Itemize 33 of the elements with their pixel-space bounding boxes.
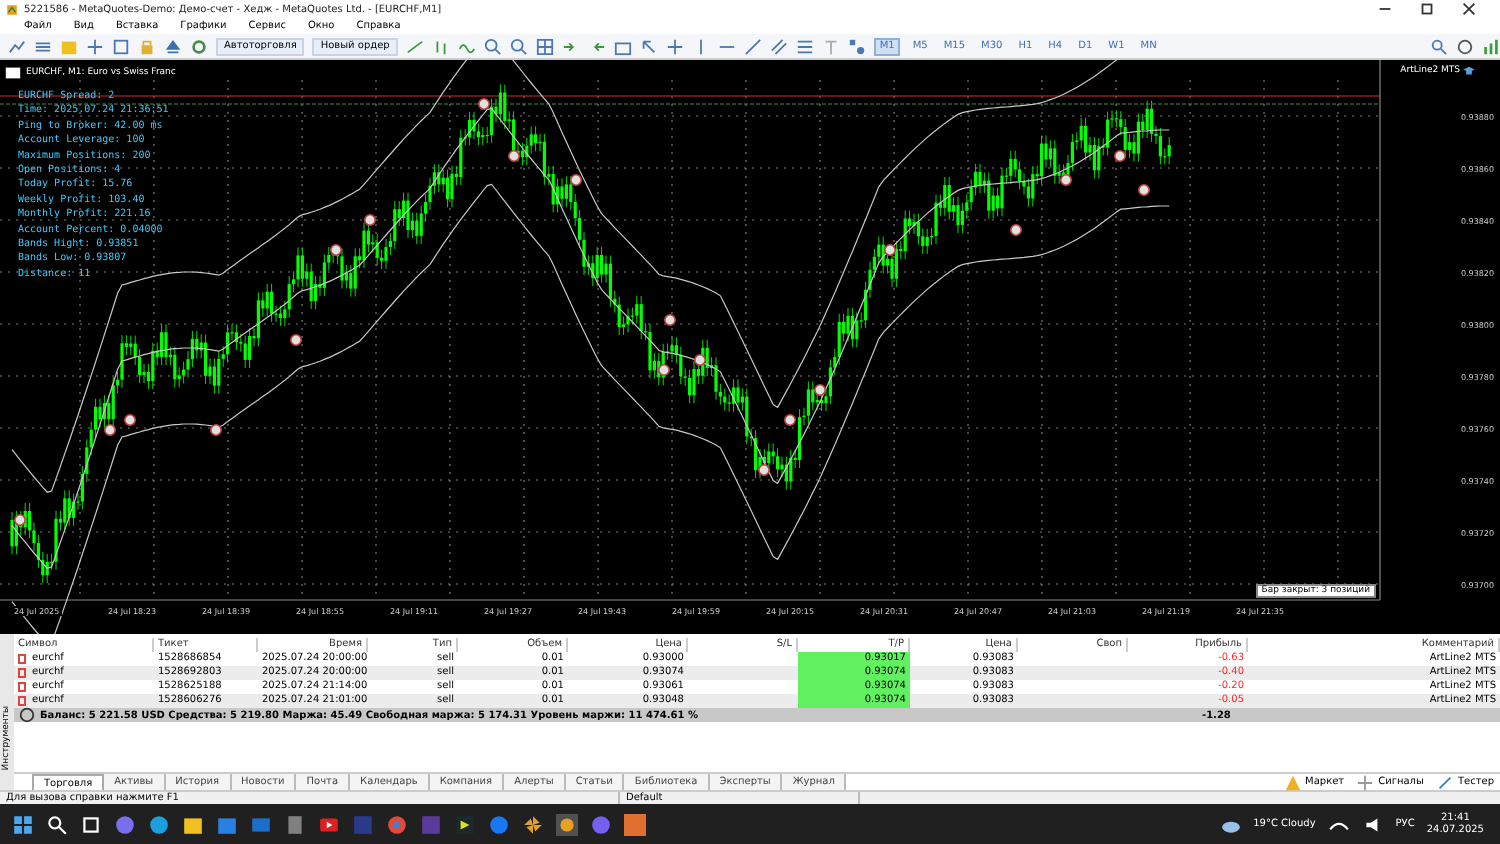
search-icon[interactable]	[46, 813, 68, 835]
grid-icon[interactable]	[112, 37, 130, 55]
zoom-out-icon[interactable]	[509, 37, 528, 55]
shapes-icon[interactable]	[847, 37, 866, 55]
zoom-in-icon[interactable]	[483, 37, 502, 55]
text-tool-icon[interactable]	[821, 37, 840, 55]
crosshair-icon[interactable]	[665, 37, 684, 55]
signal-strength-icon	[1482, 37, 1500, 55]
trendline-icon[interactable]	[743, 37, 762, 55]
screenshot-icon[interactable]	[613, 37, 632, 55]
task-view-icon[interactable]	[80, 813, 102, 835]
app-icon[interactable]	[454, 813, 476, 835]
chart-type-icon[interactable]	[8, 37, 26, 55]
close-icon[interactable]	[1460, 0, 1478, 18]
pinwheel-icon[interactable]	[522, 813, 544, 835]
cursor-icon[interactable]	[639, 37, 658, 55]
folder-icon[interactable]	[182, 813, 204, 835]
graduation-cap-icon	[1462, 64, 1476, 78]
line-chart-icon[interactable]	[405, 37, 424, 55]
restore-icon[interactable]	[1418, 0, 1436, 18]
pencil-icon	[1435, 773, 1454, 791]
channel-icon[interactable]	[769, 37, 788, 55]
app-icon[interactable]	[624, 813, 646, 835]
chart-window-icon	[4, 64, 22, 82]
crosshair-icon[interactable]	[86, 37, 104, 55]
tile-icon[interactable]	[535, 37, 554, 55]
app-icon	[6, 3, 18, 15]
eject-icon[interactable]	[164, 37, 182, 55]
bar-chart-icon[interactable]	[431, 37, 450, 55]
start-icon[interactable]	[12, 813, 34, 835]
terminal-app-icon[interactable]	[556, 813, 578, 835]
video-icon[interactable]	[318, 813, 340, 835]
list-icon[interactable]	[34, 37, 52, 55]
